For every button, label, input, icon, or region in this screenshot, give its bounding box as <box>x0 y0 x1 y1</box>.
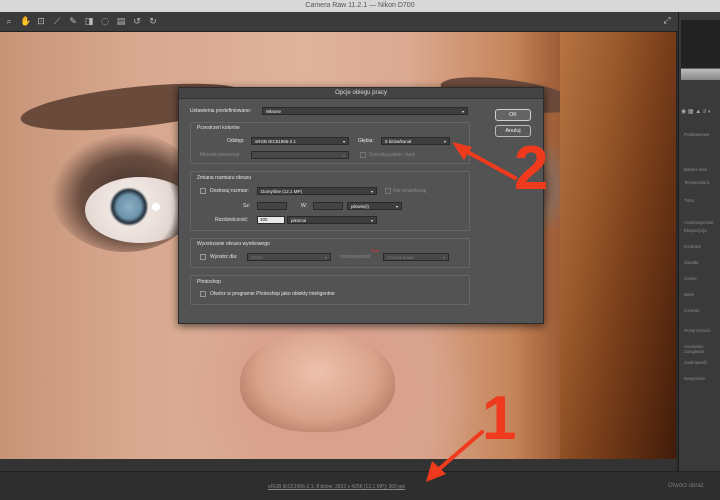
panel-label: Przejrzystość <box>684 328 711 333</box>
panel-label: Jaskrawość <box>684 360 708 365</box>
chevron-down-icon: ▾ <box>324 255 327 260</box>
chevron-down-icon: ▾ <box>395 204 398 209</box>
panel-label: Tinta <box>684 198 694 203</box>
panel-label: Cienie <box>684 276 697 281</box>
depth-value: 8 bitów/kanał <box>385 139 412 144</box>
resolution-value: 300 <box>260 217 268 222</box>
space-select[interactable]: sRGB IEC61966-2.1 ▾ <box>251 137 349 145</box>
intent-label: Metoda konwersji: <box>200 152 241 158</box>
unit-value: piksele(l) <box>351 204 370 209</box>
mask-icon[interactable]: ▤ <box>116 17 126 27</box>
panel-label[interactable]: Automatycznie <box>684 220 714 225</box>
nose <box>240 332 395 432</box>
chevron-down-icon: ▾ <box>370 189 373 194</box>
hand-icon[interactable]: ✋ <box>20 17 31 27</box>
panel-label: Ekspozycja <box>684 228 707 233</box>
ok-button[interactable]: OK <box>495 109 531 121</box>
dialog-title: Opcje obiegu pracy <box>179 88 543 99</box>
right-panel: ◉ ▦ ▲ ≡ ◐ Podstawowe Balans bieli Temper… <box>678 12 720 471</box>
brush-icon[interactable]: ✎ <box>68 17 78 27</box>
workflow-options-link[interactable]: sRGB IEC61966-2.1; 8 bitów; 2832 x 4256 … <box>268 484 405 490</box>
eye-glint <box>152 203 160 211</box>
preset-select[interactable]: Własne ▾ <box>262 107 468 115</box>
photoshop-group <box>190 275 470 305</box>
simulate-checkbox[interactable] <box>360 152 366 158</box>
chevron-down-icon: ▾ <box>342 139 345 144</box>
space-label: Odstęp: <box>227 138 245 144</box>
chevron-down-icon: ▾ <box>443 139 446 144</box>
simulate-label: Symuluj papier i tusz <box>369 152 416 158</box>
width-field[interactable] <box>257 202 287 210</box>
height-field[interactable] <box>313 202 343 210</box>
chevron-down-icon: ▾ <box>461 109 464 114</box>
space-value: sRGB IEC61966-2.1 <box>255 139 297 144</box>
chevron-down-icon: ▾ <box>370 218 373 223</box>
sharpen-label: Wyostrz dla: <box>210 254 238 260</box>
fullscreen-icon[interactable]: ⤢ <box>662 16 672 26</box>
panel-label: Nasycenie <box>684 376 706 381</box>
window-title: Camera Raw 11.2.1 — Nikon D700 <box>305 2 415 9</box>
photoshop-title: Photoshop <box>197 279 221 285</box>
gradient-icon[interactable]: ◨ <box>84 17 94 27</box>
sharpen-title: Wyostrzanie obrazu wynikowego <box>197 241 270 247</box>
panel-label: Usuwanie zamglenia <box>684 344 705 354</box>
unit-select[interactable]: piksele(l) ▾ <box>347 202 402 210</box>
panel-label: Światła <box>684 260 699 265</box>
open-image-button[interactable]: Otwórz obraz <box>668 483 704 489</box>
resolution-field[interactable]: 300 <box>257 216 285 224</box>
resolution-unit-value: piks/cal <box>291 218 307 223</box>
height-label: W: <box>301 203 308 209</box>
depth-label: Głębia: <box>358 138 374 144</box>
width-label: Sz: <box>243 203 251 209</box>
status-bar <box>0 459 676 471</box>
no-enlarge-label: Nie powiększaj <box>393 188 427 194</box>
annotation-number-two: 2 <box>514 134 549 203</box>
zoom-icon[interactable]: ⌕ <box>4 17 14 27</box>
annotation-number-one: 1 <box>482 384 517 453</box>
sharpen-note: Brak <box>371 248 380 253</box>
amount-label: Intensywność: <box>340 254 372 260</box>
color-space-title: Przestrzeń kolorów <box>197 125 240 131</box>
amount-select[interactable]: Standardowa ▾ <box>383 253 449 261</box>
panel-label: Podstawowe <box>684 132 710 137</box>
hair <box>560 32 676 459</box>
fit-checkbox[interactable] <box>200 188 206 194</box>
rotate-left-icon[interactable]: ↺ <box>132 17 142 27</box>
histogram <box>681 20 720 80</box>
resolution-unit-select[interactable]: piks/cal ▾ <box>287 216 377 224</box>
rotate-right-icon[interactable]: ↻ <box>148 17 158 27</box>
sharpen-value: Ekran <box>251 255 263 260</box>
preset-value: Własne <box>266 109 282 114</box>
depth-select[interactable]: 8 bitów/kanał ▾ <box>381 137 450 145</box>
resize-title: Zmiana rozmiaru obrazu <box>197 175 252 181</box>
smart-object-checkbox[interactable] <box>200 291 206 297</box>
spot-icon[interactable]: ◌ <box>100 17 110 27</box>
window-titlebar: Camera Raw 11.2.1 — Nikon D700 <box>0 0 720 12</box>
panel-label: Biele <box>684 292 695 297</box>
bottom-bar: sRGB IEC61966-2.1; 8 bitów; 2832 x 4256 … <box>0 471 720 500</box>
chevron-down-icon: ▾ <box>442 255 445 260</box>
no-enlarge-checkbox[interactable] <box>385 188 391 194</box>
panel-tab-icons[interactable]: ◉ ▦ ▲ ≡ ◐ <box>681 108 720 116</box>
fit-value: Domyślne (12,1 MP) <box>261 189 303 194</box>
crop-icon[interactable]: ⊡ <box>36 17 46 27</box>
resolution-label: Rozdzielczość: <box>215 217 249 223</box>
chevron-down-icon: ▾ <box>342 153 345 158</box>
panel-label: Kontrast <box>684 244 701 249</box>
fit-label: Dostosuj rozmiar: <box>210 188 249 194</box>
intent-select[interactable]: ▾ <box>251 151 349 159</box>
panel-label: Temperatura <box>684 180 710 185</box>
eyedropper-icon[interactable]: ⟋ <box>52 17 62 27</box>
amount-value: Standardowa <box>387 255 414 260</box>
fit-select[interactable]: Domyślne (12,1 MP) ▾ <box>257 187 377 195</box>
panel-label: Balans bieli <box>684 167 708 172</box>
sharpen-checkbox[interactable] <box>200 254 206 260</box>
sharpen-select[interactable]: Ekran ▾ <box>247 253 331 261</box>
tool-bar: ⌕ ✋ ⊡ ⟋ ✎ ◨ ◌ ▤ ↺ ↻ ⤢ <box>0 12 678 32</box>
panel-label: Czernie <box>684 308 700 313</box>
preset-label: Ustawienia predefiniowane: <box>190 108 252 114</box>
smart-object-label: Otwórz w programie Photoshop jako obiekt… <box>210 291 335 297</box>
